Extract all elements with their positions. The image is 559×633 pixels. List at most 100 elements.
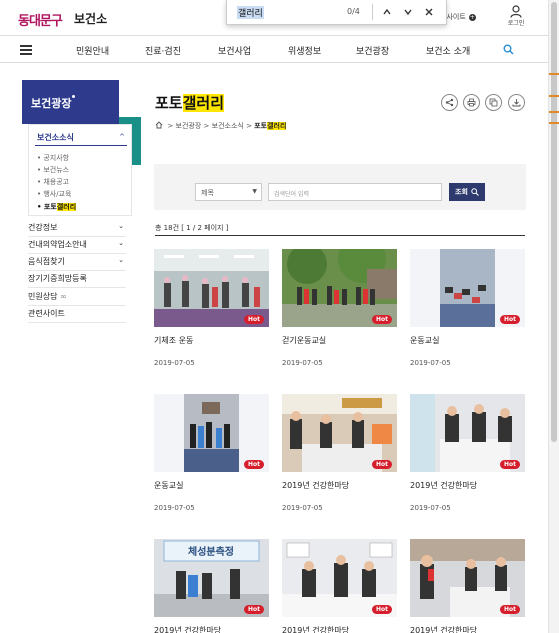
gallery-title[interactable]: 기체조 운동 [154,335,193,346]
find-next-button[interactable] [400,4,416,20]
submenu-item-photo-gallery[interactable]: • 포토갤러리 [37,202,77,212]
gallery-date: 2019-07-05 [282,359,323,367]
hot-badge: Hot [499,315,520,324]
search-button[interactable]: 조회 [449,183,485,201]
breadcrumb: > 보건광장 > 보건소소식 > 포토갤러리 [155,121,287,131]
nav-item-plaza[interactable]: 보건광장 [356,44,389,57]
main-nav: 민원안내 진료·검진 보건사업 위생정보 보건광장 보건소 소개 [0,37,548,63]
gallery-card[interactable]: Hot 2019년 건강한마당 2019-07-05 [282,394,397,512]
home-icon[interactable] [155,121,163,129]
gallery-card[interactable]: Hot 2019년 건강한마당 [410,539,525,633]
nav-search-button[interactable] [503,44,514,57]
find-input[interactable]: 갤러리 [237,6,264,19]
breadcrumb-news[interactable]: 보건소소식 [212,122,244,130]
gallery-date: 2019-07-05 [410,504,451,512]
sidebar-submenu: 보건소소식 ^ • 공지사항 • 보건뉴스 • 채용공고 • 행사/교육 • 포… [28,124,132,216]
gallery-title[interactable]: 2019년 건강한마당 [410,480,477,491]
scrollbar-thumb[interactable] [551,2,557,442]
gallery-thumbnail[interactable]: Hot [154,249,269,327]
submenu-item-recruit[interactable]: • 채용공고 [37,177,69,187]
page-scrollbar[interactable] [548,0,559,633]
gallery-title[interactable]: 운동교실 [154,480,183,491]
print-button[interactable] [463,94,480,111]
submenu-title[interactable]: 보건소소식 [37,132,74,143]
gallery-card[interactable]: Hot 2019년 건강한마당 [282,539,397,633]
nav-item-clinic[interactable]: 진료·검진 [145,44,181,57]
list-divider [155,235,525,236]
page-title: 포토갤러리 [155,94,225,112]
sidebar-item-consult[interactable]: 민원상담 ∞ [28,288,126,306]
search-input[interactable]: 검색단어 입력 [268,183,442,201]
search-icon [471,188,479,196]
user-icon [510,5,522,18]
gallery-thumbnail[interactable]: Hot [282,394,397,472]
download-icon [512,99,521,107]
hot-badge: Hot [243,605,264,614]
login-label: 로그인 [507,20,525,27]
sidebar-item-health-info[interactable]: 건강정보 ⌄ [28,219,126,237]
sidebar-item-related-sites[interactable]: 관련사이트 [28,305,126,323]
site-logo[interactable]: 동대문구 [18,10,63,29]
nav-item-hygiene[interactable]: 위생정보 [288,44,321,57]
find-close-button[interactable] [421,4,437,20]
gallery-title[interactable]: 2019년 건강한마당 [154,625,221,633]
chevron-up-icon: ^ [119,133,125,141]
download-button[interactable] [508,94,525,111]
gallery-title[interactable]: 2019년 건강한마당 [282,625,349,633]
sidebar-item-pharmacy[interactable]: 건내의약업소안내 ⌄ [28,236,126,254]
chevron-down-icon: ⌄ [118,222,124,230]
submenu-item-news[interactable]: • 보건뉴스 [37,165,69,175]
gallery-thumbnail[interactable]: Hot [282,249,397,327]
hot-badge: Hot [371,460,392,469]
search-button-label: 조회 [455,188,468,196]
find-marker [549,122,559,124]
menu-icon[interactable] [20,45,32,55]
hot-badge: Hot [499,460,520,469]
gallery-card[interactable]: Hot 2019년 건강한마당 2019-07-05 [410,394,525,512]
gallery-title[interactable]: 2019년 건강한마당 [282,480,349,491]
chevron-down-icon: ⌄ [118,239,124,247]
breadcrumb-plaza[interactable]: 보건광장 [176,122,202,130]
gallery-thumbnail[interactable]: Hot [282,539,397,617]
nav-item-civil[interactable]: 민원안내 [76,44,109,57]
submenu-item-events[interactable]: • 행사/교육 [37,189,71,199]
breadcrumb-current: 포토갤러리 [254,122,287,130]
gallery-card[interactable]: Hot 걷기운동교실 2019-07-05 [282,249,397,367]
submenu-item-notice[interactable]: • 공지사항 [37,153,69,163]
gallery-card[interactable]: 체성분측정 Hot 2019년 건강한마당 [154,539,269,633]
photo-sign-text: 체성분측정 [188,545,234,558]
hot-badge: Hot [243,315,264,324]
sidebar-heading: 보건광장 [22,80,119,124]
share-icon [445,98,454,107]
chevron-up-icon [383,8,391,15]
gallery-thumbnail[interactable]: Hot [410,249,525,327]
gallery-card[interactable]: Hot 운동교실 2019-07-05 [154,394,269,512]
nav-item-health-program[interactable]: 보건사업 [218,44,251,57]
gallery-title[interactable]: 운동교실 [410,335,439,346]
gallery-thumbnail[interactable]: Hot [410,539,525,617]
gallery-card[interactable]: Hot 기체조 운동 2019-07-05 [154,249,269,367]
gallery-date: 2019-07-05 [154,504,195,512]
hot-badge: Hot [371,315,392,324]
share-button[interactable] [441,94,458,111]
site-name[interactable]: 보건소 [74,10,107,27]
hot-badge: Hot [499,605,520,614]
login-button[interactable]: 로그인 [505,5,527,27]
gallery-thumbnail[interactable]: 체성분측정 Hot [154,539,269,617]
find-marker [549,111,559,113]
gallery-thumbnail[interactable]: Hot [154,394,269,472]
gallery-date: 2019-07-05 [282,504,323,512]
print-icon [467,98,476,107]
find-previous-button[interactable] [379,4,395,20]
gallery-title[interactable]: 걷기운동교실 [282,335,326,346]
nav-item-about[interactable]: 보건소 소개 [426,44,470,57]
sidebar-item-organ-donation[interactable]: 장기기증희망등록 [28,270,126,288]
gallery-thumbnail[interactable]: Hot [410,394,525,472]
close-icon [425,8,433,16]
gallery-card[interactable]: Hot 운동교실 2019-07-05 [410,249,525,367]
search-field-select[interactable]: 제목 ▼ [195,183,262,201]
sidebar-item-restaurant[interactable]: 음식점찾기 ⌄ [28,253,126,271]
copy-button[interactable] [485,94,502,111]
gallery-title[interactable]: 2019년 건강한마당 [410,625,477,633]
total-count: 총 18건 [ 1 / 2 페이지 ] [155,224,229,232]
